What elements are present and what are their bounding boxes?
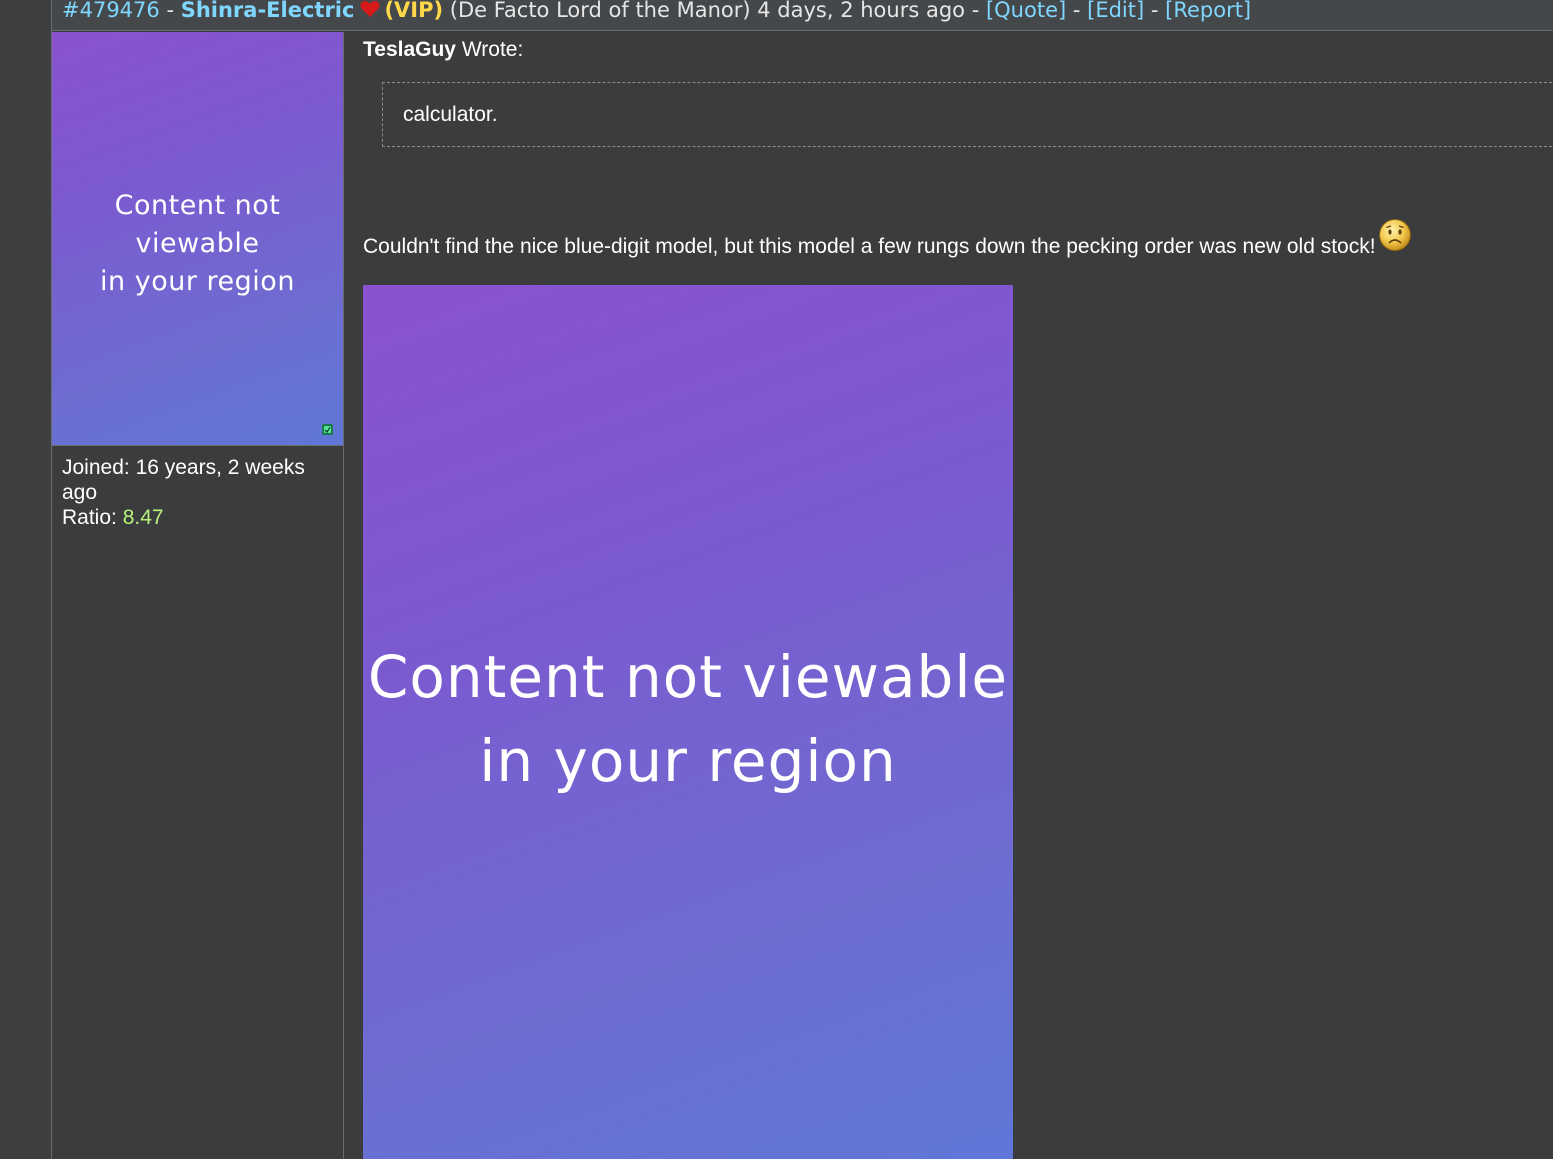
- online-status-icon: [322, 424, 333, 435]
- avatar-message-line1: Content not viewable: [114, 190, 281, 259]
- user-info: Joined: 16 years, 2 weeks ago Ratio: 8.4…: [62, 455, 332, 530]
- quote-link[interactable]: [Quote]: [986, 0, 1066, 22]
- username-link[interactable]: Shinra-Electric: [181, 0, 355, 22]
- user-sidebar: Content not viewable in your region Join…: [52, 32, 344, 1159]
- image-message-line1: Content not viewable: [367, 643, 1009, 711]
- post-image[interactable]: Content not viewable in your region: [363, 285, 1013, 1159]
- image-blocked-message: Content not viewable in your region: [363, 635, 1013, 803]
- post-header: #479476 - Shinra-Electric (VIP) (De Facto…: [52, 0, 1553, 31]
- quote-author-name[interactable]: TeslaGuy: [363, 38, 456, 61]
- avatar-blocked-message: Content not viewable in your region: [52, 187, 343, 301]
- user-title: (De Facto Lord of the Manor): [449, 0, 751, 22]
- quote-text: calculator.: [403, 103, 498, 126]
- edit-link[interactable]: [Edit]: [1087, 0, 1144, 22]
- separator: -: [1144, 0, 1166, 22]
- avatar-message-line2: in your region: [100, 266, 295, 297]
- avatar[interactable]: Content not viewable in your region: [52, 32, 343, 446]
- post-body: TeslaGuy Wrote: calculator. Couldn't fin…: [363, 32, 1553, 1159]
- joined-row: Joined: 16 years, 2 weeks ago: [62, 455, 332, 505]
- joined-label: Joined:: [62, 456, 130, 479]
- report-link[interactable]: [Report]: [1165, 0, 1251, 22]
- separator: -: [965, 0, 986, 22]
- ratio-label: Ratio:: [62, 506, 117, 529]
- post-id-link[interactable]: #479476: [62, 0, 160, 22]
- ratio-value: 8.47: [122, 506, 164, 529]
- left-gutter: [0, 0, 52, 1159]
- vip-badge: (VIP): [384, 0, 444, 22]
- separator: -: [159, 0, 181, 22]
- post-message: Couldn't find the nice blue-digit model,…: [363, 235, 1376, 258]
- quote-wrote-label: Wrote:: [461, 38, 524, 61]
- worried-smiley-icon: [1379, 219, 1411, 251]
- quote-author-line: TeslaGuy Wrote:: [363, 38, 523, 62]
- separator: -: [1066, 0, 1088, 22]
- post-timestamp: 4 days, 2 hours ago: [757, 0, 966, 22]
- quote-box: calculator.: [382, 82, 1553, 147]
- image-message-line2: in your region: [479, 727, 897, 795]
- heart-icon: [360, 0, 380, 21]
- ratio-row: Ratio: 8.47: [62, 505, 332, 530]
